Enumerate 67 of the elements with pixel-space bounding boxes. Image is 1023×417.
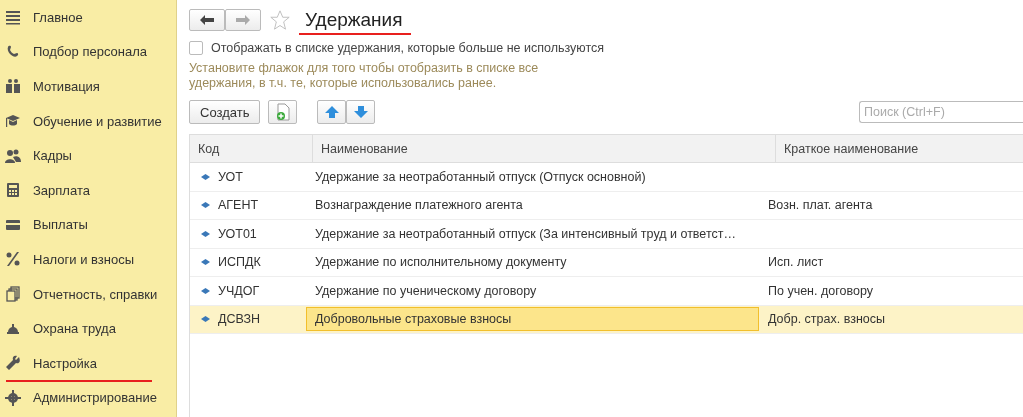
table-cell-text: Вознаграждение платежного агента — [314, 197, 524, 215]
sidebar-item[interactable]: Главное — [0, 0, 176, 35]
arrow-down-icon — [353, 106, 368, 118]
diamond-icon — [201, 230, 210, 237]
table-cell: ДСВЗН — [218, 312, 260, 327]
sidebar-item[interactable]: Отчетность, справки — [0, 276, 176, 312]
table-cell: УОТ — [218, 169, 243, 184]
back-button[interactable] — [189, 9, 225, 31]
table-cell: ИСПДК — [218, 255, 261, 270]
table-cell: УОТ01 — [218, 226, 257, 241]
diamond-icon — [201, 316, 210, 323]
documents-icon — [5, 286, 21, 303]
menu-icon — [5, 9, 21, 26]
sidebar-item[interactable]: Налоги и взносы — [0, 242, 176, 277]
table-row[interactable]: ДСВЗН Добровольные страховые взносы Добр. страх. взносы — [190, 305, 1023, 334]
table-cell-text: Удержание по исполнительному документу — [314, 254, 568, 272]
column-header[interactable]: Краткое наименование — [776, 135, 1023, 162]
sidebar-item[interactable]: Охрана труда — [0, 311, 176, 346]
sidebar-item[interactable]: Зарплата — [0, 172, 176, 208]
diamond-icon — [201, 173, 210, 180]
page-title: Удержания — [304, 9, 404, 31]
create-button[interactable]: Создать — [189, 100, 261, 124]
star-icon[interactable] — [269, 9, 291, 31]
add-document-icon — [274, 103, 291, 121]
diamond-icon — [201, 287, 210, 294]
table-cell-text: Удержание за неотработанный отпуск (За интенсивный труд и ответст… — [314, 225, 737, 243]
table-cell: Добровольные страховые взносы — [306, 307, 759, 332]
move-down-button[interactable] — [346, 100, 376, 124]
table-cell: УЧДОГ — [218, 283, 260, 298]
table-row[interactable]: УЧДОГ Удержание по ученическому договору По учен. договору — [190, 277, 1023, 306]
calculator-icon — [5, 182, 21, 199]
add-document-button[interactable] — [268, 100, 298, 124]
sidebar-item[interactable]: Мотивация — [0, 69, 176, 104]
table-cell: По учен. договору — [768, 283, 873, 298]
arrow-up-icon — [324, 106, 339, 118]
table-cell: Возн. плат. агента — [768, 198, 873, 213]
table-row[interactable]: ИСПДК Удержание по исполнительному документу Исп. лист — [190, 248, 1023, 277]
phone-icon — [5, 43, 21, 60]
table-cell: АГЕНТ — [218, 198, 259, 213]
column-header[interactable]: Наименование — [313, 135, 776, 162]
diamond-icon — [201, 202, 210, 209]
move-up-button[interactable] — [317, 100, 347, 124]
checkbox-label[interactable]: Отображать в списке удержания, которые больше не используются — [211, 41, 605, 55]
table-row[interactable]: АГЕНТ Вознаграждение платежного агента Возн. плат. агента — [190, 191, 1023, 220]
percent-icon — [5, 251, 21, 268]
table-cell-text: Удержание за неотработанный отпуск (Отпуск основной) — [314, 168, 647, 186]
graduation-cap-icon — [5, 113, 21, 130]
checkbox[interactable] — [189, 41, 203, 55]
sidebar-item[interactable]: Кадры — [0, 138, 176, 173]
table-row[interactable]: УОТ Удержание за неотработанный отпуск (Отпуск основной) — [190, 163, 1023, 192]
sidebar-item[interactable]: Администрирование — [0, 380, 176, 416]
table-row[interactable]: УОТ01 Удержание за неотработанный отпуск (За интенсивный труд и ответст… — [190, 220, 1023, 249]
people-icon — [5, 147, 21, 164]
wrench-icon — [5, 355, 21, 372]
hint-text: Установите флажок для того чтобы отобразить в списке все удержания, в т.ч. те, которые использовались ранее. — [189, 61, 540, 91]
diamond-icon — [201, 259, 210, 266]
sidebar-item[interactable]: Обучение и развитие — [0, 103, 176, 139]
arrow-right-icon — [236, 15, 250, 25]
arrow-left-icon — [200, 15, 214, 25]
table-cell: Исп. лист — [768, 255, 824, 270]
sidebar-item[interactable]: Подбор персонала — [0, 34, 176, 70]
sidebar-item[interactable]: Выплаты — [0, 207, 176, 243]
search-field[interactable]: Поиск (Ctrl+F) — [859, 101, 1023, 123]
column-header[interactable]: Код — [190, 135, 313, 162]
table-cell: Добр. страх. взносы — [768, 312, 885, 327]
sidebar-item[interactable]: Настройка — [0, 345, 176, 381]
table-cell-text: Удержание по ученическому договору — [314, 282, 538, 300]
